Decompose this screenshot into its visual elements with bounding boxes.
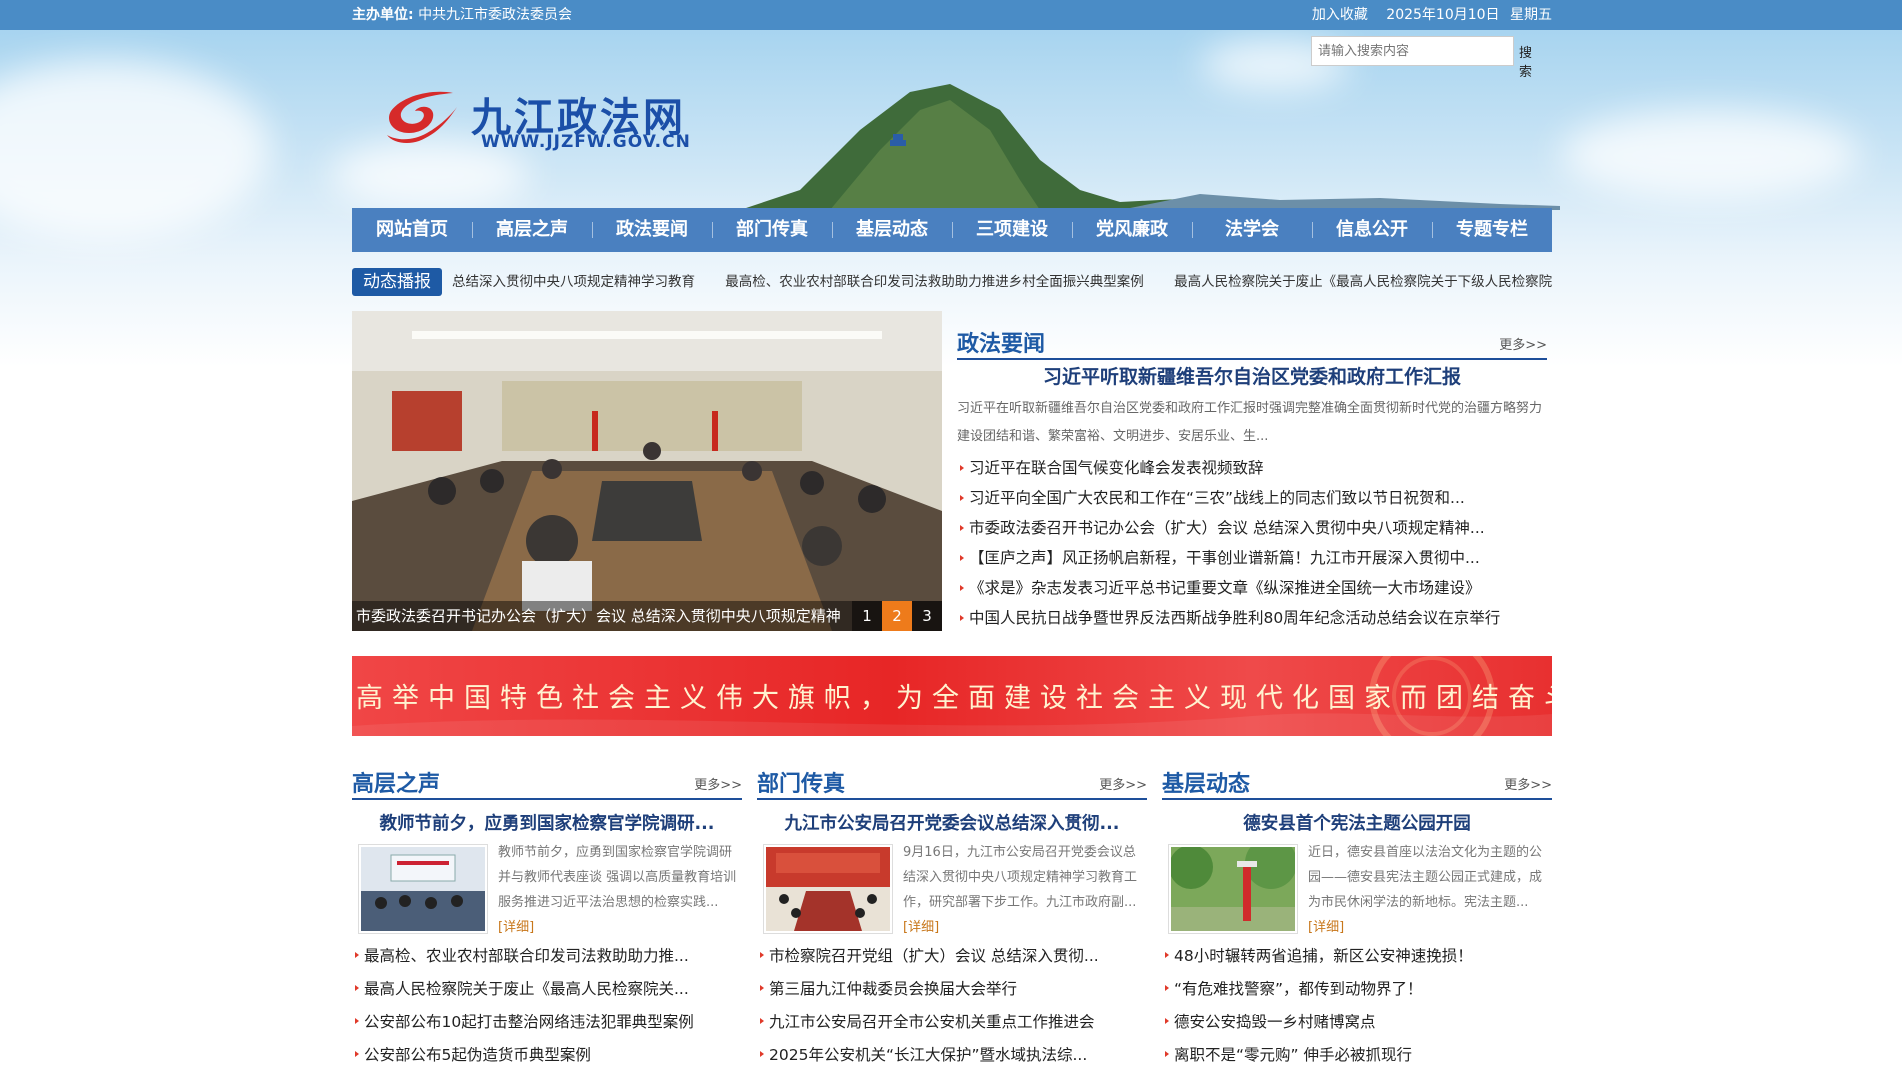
list-item[interactable]: 离职不是“零元购” 伸手必被抓现行 bbox=[1162, 1039, 1552, 1072]
list-item[interactable]: 《求是》杂志发表习近平总书记重要文章《纵深推进全国统一大市场建设》 bbox=[957, 573, 1547, 603]
column-header: 基层动态 更多>> bbox=[1162, 760, 1552, 800]
ticker-label: 动态播报 bbox=[352, 268, 442, 296]
ticker-item[interactable]: 总结深入贯彻中央八项规定精神学习教育 bbox=[452, 274, 695, 290]
column-detail-link[interactable]: [详细] bbox=[903, 920, 939, 935]
logo-emblem-icon bbox=[387, 91, 457, 143]
legal-news-headline[interactable]: 习近平听取新疆维吾尔自治区党委和政府工作汇报 bbox=[957, 362, 1547, 389]
ticker-items: 总结深入贯彻中央八项规定精神学习教育 最高检、农业农村部联合印发司法救助助力推进… bbox=[452, 268, 1552, 296]
nav-grassroots[interactable]: 基层动态 bbox=[832, 208, 952, 252]
nav-leadership-voice[interactable]: 高层之声 bbox=[472, 208, 592, 252]
list-item[interactable]: 习近平向全国广大农民和工作在“三农”战线上的同志们致以节日祝贺和... bbox=[957, 483, 1547, 513]
list-item[interactable]: 公安部公布10起打击整治网络违法犯罪典型案例 bbox=[352, 1006, 742, 1039]
list-item[interactable]: 中国人民抗日战争暨世界反法西斯战争胜利80周年纪念活动总结会议在京举行 bbox=[957, 603, 1547, 633]
column-header: 部门传真 更多>> bbox=[757, 760, 1147, 800]
column-more-link[interactable]: 更多>> bbox=[1099, 774, 1147, 793]
slide-page-3[interactable]: 3 bbox=[912, 601, 942, 631]
list-item[interactable]: 48小时辗转两省追捕，新区公安神速挽损！ bbox=[1162, 940, 1552, 973]
column-abstract-text: 9月16日，九江市公安局召开党委会议总结深入贯彻中央八项规定精神学习教育工作，研… bbox=[903, 845, 1138, 910]
header-scenery bbox=[740, 84, 1560, 210]
photo-slideshow[interactable]: 市委政法委召开书记办公会（扩大）会议 总结深入贯彻中央八项规定精神 1 2 3 bbox=[352, 311, 942, 631]
column-header: 高层之声 更多>> bbox=[352, 760, 742, 800]
column-abstract-text: 近日，德安县首座以法治文化为主题的公园——德安县宪法主题公园正式建成，成为市民休… bbox=[1308, 845, 1543, 910]
list-item[interactable]: 习近平在联合国气候变化峰会发表视频致辞 bbox=[957, 453, 1547, 483]
slogan-banner: 高举中国特色社会主义伟大旗帜，为全面建设社会主义现代化国家而团结奋斗！ bbox=[352, 656, 1552, 736]
slide-page-2[interactable]: 2 bbox=[882, 601, 912, 631]
host-label: 主办单位: bbox=[352, 7, 414, 23]
list-item[interactable]: 第三届九江仲裁委员会换届大会举行 bbox=[757, 973, 1147, 1006]
column-list: 最高检、农业农村部联合印发司法救助助力推... 最高人民检察院关于废止《最高人民… bbox=[352, 940, 742, 1072]
nav-three-constructions[interactable]: 三项建设 bbox=[952, 208, 1072, 252]
legal-news-more-link[interactable]: 更多>> bbox=[1499, 334, 1547, 353]
column-list: 48小时辗转两省追捕，新区公安神速挽损！ “有危难找警察”，都传到动物界了！ 德… bbox=[1162, 940, 1552, 1072]
slide-pager: 1 2 3 bbox=[852, 601, 942, 631]
search-box: 搜索 bbox=[1311, 36, 1532, 80]
legal-news-list: 习近平在联合国气候变化峰会发表视频致辞 习近平向全国广大农民和工作在“三农”战线… bbox=[957, 453, 1547, 633]
legal-news-summary: 习近平在听取新疆维吾尔自治区党委和政府工作汇报时强调完整准确全面贯彻新时代党的治… bbox=[957, 401, 1543, 444]
column-detail-link[interactable]: [详细] bbox=[1308, 920, 1344, 935]
column-more-link[interactable]: 更多>> bbox=[1504, 774, 1552, 793]
column-lead-headline[interactable]: 教师节前夕，应勇到国家检察官学院调研... bbox=[352, 810, 742, 835]
ticker-item[interactable]: 最高检、农业农村部联合印发司法救助助力推进乡村全面振兴典型案例 bbox=[725, 274, 1144, 290]
list-item[interactable]: 公安部公布5起伪造货币典型案例 bbox=[352, 1039, 742, 1072]
host-value: 中共九江市委政法委员会 bbox=[418, 7, 573, 23]
list-item[interactable]: 【匡庐之声】风正扬帆启新程，干事创业谱新篇！九江市开展深入贯彻中... bbox=[957, 543, 1547, 573]
column-thumbnail[interactable] bbox=[358, 844, 488, 934]
list-item[interactable]: 2025年公安机关“长江大保护”暨水域执法综... bbox=[757, 1039, 1147, 1072]
thumbnail-image bbox=[1171, 847, 1295, 931]
legal-news-title: 政法要闻 bbox=[957, 332, 1046, 357]
column-abstract: 9月16日，九江市公安局召开党委会议总结深入贯彻中央八项规定精神学习教育工作，研… bbox=[903, 840, 1145, 940]
column-lead-headline[interactable]: 德安县首个宪法主题公园开园 bbox=[1162, 810, 1552, 835]
cloud-decoration bbox=[0, 60, 270, 240]
column-abstract-text: 教师节前夕，应勇到国家检察官学院调研并与教师代表座谈 强调以高质量教育培训服务推… bbox=[498, 845, 737, 910]
list-item[interactable]: 德安公安捣毁一乡村赌博窝点 bbox=[1162, 1006, 1552, 1039]
top-bar: 主办单位: 中共九江市委政法委员会 加入收藏 2025年10月10日 星期五 bbox=[0, 0, 1902, 30]
column-list: 市检察院召开党组（扩大）会议 总结深入贯彻... 第三届九江仲裁委员会换届大会举… bbox=[757, 940, 1147, 1072]
column-title: 高层之声 bbox=[352, 772, 441, 797]
nav-law-society[interactable]: 法学会 bbox=[1192, 208, 1312, 252]
nav-legal-news[interactable]: 政法要闻 bbox=[592, 208, 712, 252]
nav-info-disclosure[interactable]: 信息公开 bbox=[1312, 208, 1432, 252]
cloud-decoration bbox=[1560, 110, 1860, 200]
nav-integrity[interactable]: 党风廉政 bbox=[1072, 208, 1192, 252]
column-thumbnail[interactable] bbox=[1168, 844, 1298, 934]
column-title: 部门传真 bbox=[757, 772, 846, 797]
slide-image bbox=[352, 311, 942, 631]
nav-department-fax[interactable]: 部门传真 bbox=[712, 208, 832, 252]
nav-home[interactable]: 网站首页 bbox=[352, 208, 472, 252]
list-item[interactable]: 市委政法委召开书记办公会（扩大）会议 总结深入贯彻中央八项规定精神... bbox=[957, 513, 1547, 543]
column-lead-headline[interactable]: 九江市公安局召开党委会议总结深入贯彻... bbox=[757, 810, 1147, 835]
thumbnail-image bbox=[361, 847, 485, 931]
site-url: WWW.JJZFW.GOV.CN bbox=[481, 132, 691, 152]
thumbnail-image bbox=[766, 847, 890, 931]
column-title: 基层动态 bbox=[1162, 772, 1251, 797]
column-more-link[interactable]: 更多>> bbox=[694, 774, 742, 793]
list-item[interactable]: “有危难找警察”，都传到动物界了！ bbox=[1162, 973, 1552, 1006]
list-item[interactable]: 市检察院召开党组（扩大）会议 总结深入贯彻... bbox=[757, 940, 1147, 973]
column-detail-link[interactable]: [详细] bbox=[498, 920, 534, 935]
current-date: 2025年10月10日 bbox=[1386, 7, 1500, 23]
column-abstract: 教师节前夕，应勇到国家检察官学院调研并与教师代表座谈 强调以高质量教育培训服务推… bbox=[498, 840, 740, 940]
nav-special-topics[interactable]: 专题专栏 bbox=[1432, 208, 1552, 252]
main-nav: 网站首页 高层之声 政法要闻 部门传真 基层动态 三项建设 党风廉政 法学会 信… bbox=[352, 208, 1552, 252]
slogan-text: 高举中国特色社会主义伟大旗帜，为全面建设社会主义现代化国家而团结奋斗！ bbox=[356, 683, 1552, 714]
list-item[interactable]: 最高人民检察院关于废止《最高人民检察院关... bbox=[352, 973, 742, 1006]
list-item[interactable]: 九江市公安局召开全市公安机关重点工作推进会 bbox=[757, 1006, 1147, 1039]
column-thumbnail[interactable] bbox=[763, 844, 893, 934]
current-weekday: 星期五 bbox=[1510, 7, 1552, 23]
site-logo[interactable]: 九江政法网 WWW.JJZFW.GOV.CN bbox=[383, 85, 713, 155]
news-ticker: 动态播报 总结深入贯彻中央八项规定精神学习教育 最高检、农业农村部联合印发司法救… bbox=[352, 268, 1552, 296]
ticker-item[interactable]: 最高人民检察院关于废止《最高人民检察院关于下级人民检察院 bbox=[1174, 274, 1552, 290]
slide-page-1[interactable]: 1 bbox=[852, 601, 882, 631]
search-input[interactable] bbox=[1311, 36, 1514, 66]
legal-news-header: 政法要闻 更多>> bbox=[957, 320, 1547, 360]
bookmark-link[interactable]: 加入收藏 bbox=[1312, 7, 1368, 23]
column-abstract: 近日，德安县首座以法治文化为主题的公园——德安县宪法主题公园正式建成，成为市民休… bbox=[1308, 840, 1550, 940]
list-item[interactable]: 最高检、农业农村部联合印发司法救助助力推... bbox=[352, 940, 742, 973]
